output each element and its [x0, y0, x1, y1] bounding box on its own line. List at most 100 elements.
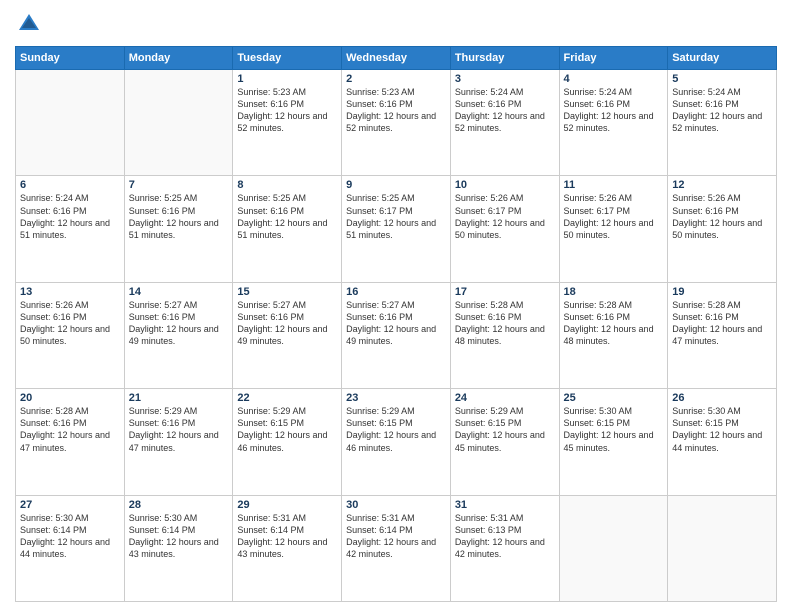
- day-number: 6: [20, 179, 120, 191]
- day-number: 24: [455, 392, 555, 404]
- day-number: 16: [346, 286, 446, 298]
- calendar-cell: 19Sunrise: 5:28 AM Sunset: 6:16 PM Dayli…: [668, 282, 777, 388]
- day-number: 3: [455, 73, 555, 85]
- day-number: 31: [455, 499, 555, 511]
- day-number: 25: [564, 392, 664, 404]
- calendar-cell: 13Sunrise: 5:26 AM Sunset: 6:16 PM Dayli…: [16, 282, 125, 388]
- calendar-day-header: Tuesday: [233, 47, 342, 70]
- calendar-cell: 10Sunrise: 5:26 AM Sunset: 6:17 PM Dayli…: [450, 176, 559, 282]
- day-number: 27: [20, 499, 120, 511]
- calendar-week-row: 6Sunrise: 5:24 AM Sunset: 6:16 PM Daylig…: [16, 176, 777, 282]
- day-info: Sunrise: 5:28 AM Sunset: 6:16 PM Dayligh…: [672, 299, 772, 348]
- calendar-cell: 24Sunrise: 5:29 AM Sunset: 6:15 PM Dayli…: [450, 389, 559, 495]
- day-info: Sunrise: 5:23 AM Sunset: 6:16 PM Dayligh…: [346, 86, 446, 135]
- day-number: 4: [564, 73, 664, 85]
- calendar-week-row: 1Sunrise: 5:23 AM Sunset: 6:16 PM Daylig…: [16, 70, 777, 176]
- day-number: 14: [129, 286, 229, 298]
- day-info: Sunrise: 5:26 AM Sunset: 6:17 PM Dayligh…: [564, 192, 664, 241]
- calendar-cell: 29Sunrise: 5:31 AM Sunset: 6:14 PM Dayli…: [233, 495, 342, 601]
- calendar-cell: 21Sunrise: 5:29 AM Sunset: 6:16 PM Dayli…: [124, 389, 233, 495]
- calendar-cell: [559, 495, 668, 601]
- calendar-day-header: Friday: [559, 47, 668, 70]
- day-info: Sunrise: 5:29 AM Sunset: 6:16 PM Dayligh…: [129, 405, 229, 454]
- day-info: Sunrise: 5:30 AM Sunset: 6:14 PM Dayligh…: [129, 512, 229, 561]
- day-info: Sunrise: 5:28 AM Sunset: 6:16 PM Dayligh…: [20, 405, 120, 454]
- calendar-header-row: SundayMondayTuesdayWednesdayThursdayFrid…: [16, 47, 777, 70]
- calendar-cell: 9Sunrise: 5:25 AM Sunset: 6:17 PM Daylig…: [342, 176, 451, 282]
- day-info: Sunrise: 5:27 AM Sunset: 6:16 PM Dayligh…: [346, 299, 446, 348]
- calendar-cell: [124, 70, 233, 176]
- day-info: Sunrise: 5:31 AM Sunset: 6:14 PM Dayligh…: [346, 512, 446, 561]
- day-info: Sunrise: 5:24 AM Sunset: 6:16 PM Dayligh…: [20, 192, 120, 241]
- day-info: Sunrise: 5:25 AM Sunset: 6:16 PM Dayligh…: [237, 192, 337, 241]
- calendar-cell: 11Sunrise: 5:26 AM Sunset: 6:17 PM Dayli…: [559, 176, 668, 282]
- day-number: 12: [672, 179, 772, 191]
- day-info: Sunrise: 5:23 AM Sunset: 6:16 PM Dayligh…: [237, 86, 337, 135]
- day-number: 30: [346, 499, 446, 511]
- day-info: Sunrise: 5:25 AM Sunset: 6:16 PM Dayligh…: [129, 192, 229, 241]
- calendar-cell: [16, 70, 125, 176]
- calendar-day-header: Wednesday: [342, 47, 451, 70]
- day-number: 13: [20, 286, 120, 298]
- day-info: Sunrise: 5:24 AM Sunset: 6:16 PM Dayligh…: [455, 86, 555, 135]
- day-number: 2: [346, 73, 446, 85]
- calendar-week-row: 27 Sunrise: 5:30 AM Sunset: 6:14 PM Dayli…: [16, 495, 777, 601]
- day-info: Sunrise: 5:29 AM Sunset: 6:15 PM Dayligh…: [237, 405, 337, 454]
- day-number: 17: [455, 286, 555, 298]
- day-number: 7: [129, 179, 229, 191]
- day-info: Sunrise: 5:26 AM Sunset: 6:16 PM Dayligh…: [672, 192, 772, 241]
- day-number: 9: [346, 179, 446, 191]
- day-info: Sunrise: 5:26 AM Sunset: 6:17 PM Dayligh…: [455, 192, 555, 241]
- calendar-cell: 20Sunrise: 5:28 AM Sunset: 6:16 PM Dayli…: [16, 389, 125, 495]
- calendar-cell: 4Sunrise: 5:24 AM Sunset: 6:16 PM Daylig…: [559, 70, 668, 176]
- calendar-cell: [668, 495, 777, 601]
- day-number: 20: [20, 392, 120, 404]
- calendar-cell: 12Sunrise: 5:26 AM Sunset: 6:16 PM Dayli…: [668, 176, 777, 282]
- calendar-day-header: Monday: [124, 47, 233, 70]
- calendar-cell: 5Sunrise: 5:24 AM Sunset: 6:16 PM Daylig…: [668, 70, 777, 176]
- day-info: Sunrise: 5:31 AM Sunset: 6:14 PM Dayligh…: [237, 512, 337, 561]
- calendar-day-header: Saturday: [668, 47, 777, 70]
- day-info: Sunrise: 5:30 AM Sunset: 6:15 PM Dayligh…: [564, 405, 664, 454]
- calendar-cell: 22Sunrise: 5:29 AM Sunset: 6:15 PM Dayli…: [233, 389, 342, 495]
- calendar-cell: 25Sunrise: 5:30 AM Sunset: 6:15 PM Dayli…: [559, 389, 668, 495]
- calendar-cell: 26Sunrise: 5:30 AM Sunset: 6:15 PM Dayli…: [668, 389, 777, 495]
- day-info: Sunrise: 5:24 AM Sunset: 6:16 PM Dayligh…: [672, 86, 772, 135]
- day-info: Sunrise: 5:29 AM Sunset: 6:15 PM Dayligh…: [455, 405, 555, 454]
- calendar-cell: 6Sunrise: 5:24 AM Sunset: 6:16 PM Daylig…: [16, 176, 125, 282]
- calendar-table: SundayMondayTuesdayWednesdayThursdayFrid…: [15, 46, 777, 602]
- calendar-cell: 18Sunrise: 5:28 AM Sunset: 6:16 PM Dayli…: [559, 282, 668, 388]
- logo: [15, 10, 47, 38]
- day-number: 29: [237, 499, 337, 511]
- calendar-day-header: Sunday: [16, 47, 125, 70]
- calendar-cell: 3Sunrise: 5:24 AM Sunset: 6:16 PM Daylig…: [450, 70, 559, 176]
- day-number: 15: [237, 286, 337, 298]
- day-info: Sunrise: 5:27 AM Sunset: 6:16 PM Dayligh…: [237, 299, 337, 348]
- day-info: Sunrise: 5:25 AM Sunset: 6:17 PM Dayligh…: [346, 192, 446, 241]
- calendar-cell: 27Sunrise: 5:30 AM Sunset: 6:14 PM Dayli…: [16, 495, 125, 601]
- day-number: 11: [564, 179, 664, 191]
- calendar-cell: 30Sunrise: 5:31 AM Sunset: 6:14 PM Dayli…: [342, 495, 451, 601]
- day-number: 19: [672, 286, 772, 298]
- day-number: 10: [455, 179, 555, 191]
- day-number: 22: [237, 392, 337, 404]
- logo-icon: [15, 10, 43, 38]
- day-info: Sunrise: 5:31 AM Sunset: 6:13 PM Dayligh…: [455, 512, 555, 561]
- day-info: Sunrise: 5:28 AM Sunset: 6:16 PM Dayligh…: [564, 299, 664, 348]
- day-info: Sunrise: 5:26 AM Sunset: 6:16 PM Dayligh…: [20, 299, 120, 348]
- day-number: 26: [672, 392, 772, 404]
- calendar-cell: 7Sunrise: 5:25 AM Sunset: 6:16 PM Daylig…: [124, 176, 233, 282]
- day-number: 18: [564, 286, 664, 298]
- calendar-cell: 15Sunrise: 5:27 AM Sunset: 6:16 PM Dayli…: [233, 282, 342, 388]
- calendar-week-row: 20Sunrise: 5:28 AM Sunset: 6:16 PM Dayli…: [16, 389, 777, 495]
- calendar-cell: 28Sunrise: 5:30 AM Sunset: 6:14 PM Dayli…: [124, 495, 233, 601]
- day-number: 21: [129, 392, 229, 404]
- day-info: Sunrise: 5:27 AM Sunset: 6:16 PM Dayligh…: [129, 299, 229, 348]
- calendar-week-row: 13Sunrise: 5:26 AM Sunset: 6:16 PM Dayli…: [16, 282, 777, 388]
- day-number: 28: [129, 499, 229, 511]
- day-info: Sunrise: 5:29 AM Sunset: 6:15 PM Dayligh…: [346, 405, 446, 454]
- calendar-cell: 14Sunrise: 5:27 AM Sunset: 6:16 PM Dayli…: [124, 282, 233, 388]
- day-info: Sunrise: 5:24 AM Sunset: 6:16 PM Dayligh…: [564, 86, 664, 135]
- day-number: 5: [672, 73, 772, 85]
- day-number: 1: [237, 73, 337, 85]
